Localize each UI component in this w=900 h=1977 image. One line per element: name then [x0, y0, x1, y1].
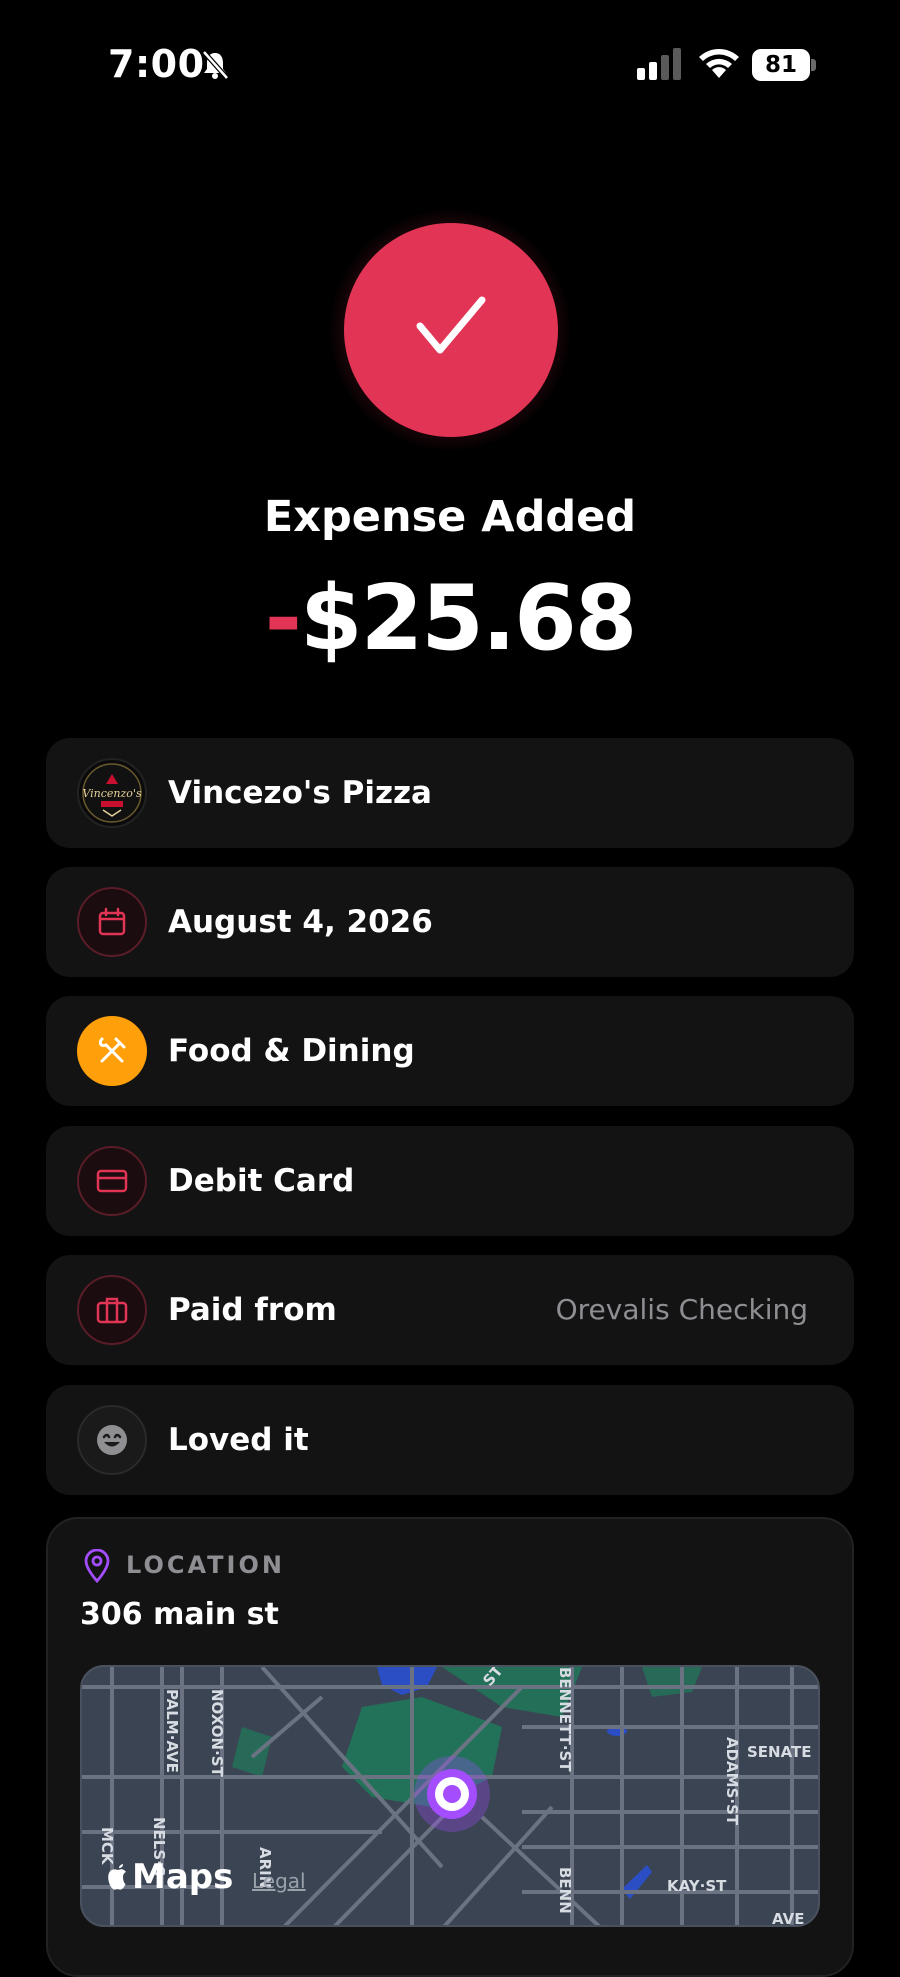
amount-sign: -: [264, 566, 302, 671]
maps-attribution: Maps: [132, 1857, 234, 1897]
street-label: AVE: [772, 1910, 804, 1927]
apple-logo-icon: [108, 1864, 126, 1890]
status-bar: 7:00 81: [0, 0, 900, 130]
location-pin-icon: [84, 1549, 110, 1583]
calendar-icon: [77, 887, 147, 957]
location-header: LOCATION: [126, 1551, 285, 1579]
street-label: NOXON·ST: [208, 1689, 226, 1778]
street-label: BENN: [556, 1867, 574, 1914]
page-title: Expense Added: [263, 492, 637, 542]
paid-from-row[interactable]: Paid from Orevalis Checking: [46, 1255, 854, 1365]
wifi-icon: [699, 49, 739, 78]
sentiment-row[interactable]: Loved it: [46, 1385, 854, 1495]
paid-from-label: Paid from: [168, 1292, 337, 1328]
expense-amount: -$25.68: [0, 566, 900, 671]
status-time: 7:00: [108, 42, 205, 86]
street-label: PALM·AVE: [163, 1689, 181, 1773]
paid-from-account: Orevalis Checking: [555, 1293, 808, 1326]
street-label: ADAMS·ST: [723, 1737, 741, 1826]
smile-icon: [77, 1405, 147, 1475]
battery-indicator: 81: [752, 49, 816, 81]
fork-knife-icon: [77, 1016, 147, 1086]
category-name: Food & Dining: [168, 1033, 415, 1069]
restaurant-logo-icon: Vincenzo's: [77, 758, 147, 828]
map-view[interactable]: PALM·AVE NOXON·ST NELS·S MCK ARIN BENNET…: [80, 1665, 820, 1927]
expense-date: August 4, 2026: [168, 904, 433, 940]
date-row[interactable]: August 4, 2026: [46, 867, 854, 977]
street-label: MCK: [98, 1827, 116, 1866]
location-address: 306 main st: [80, 1597, 279, 1632]
street-label: SENATE: [747, 1743, 812, 1761]
street-label: BENNETT·ST: [556, 1667, 574, 1772]
category-row[interactable]: Food & Dining: [46, 996, 854, 1106]
briefcase-icon: [77, 1275, 147, 1345]
merchant-name: Vincezo's Pizza: [168, 775, 432, 811]
bell-slash-icon: [202, 50, 229, 80]
merchant-row[interactable]: Vincenzo's Vincezo's Pizza: [46, 738, 854, 848]
payment-method-row[interactable]: Debit Card: [46, 1126, 854, 1236]
location-card: LOCATION 306 main st PALM·AVE NOXON·ST N…: [46, 1517, 854, 1977]
sentiment-label: Loved it: [168, 1422, 309, 1458]
checkmark-icon: [416, 296, 486, 354]
payment-method: Debit Card: [168, 1163, 355, 1199]
cellular-signal-icon: [637, 48, 681, 80]
street-label: KAY·ST: [667, 1877, 727, 1895]
svg-text:Vincenzo's: Vincenzo's: [82, 787, 142, 800]
legal-link[interactable]: Legal: [252, 1869, 306, 1893]
card-icon: [77, 1146, 147, 1216]
amount-value: $25.68: [300, 566, 637, 671]
